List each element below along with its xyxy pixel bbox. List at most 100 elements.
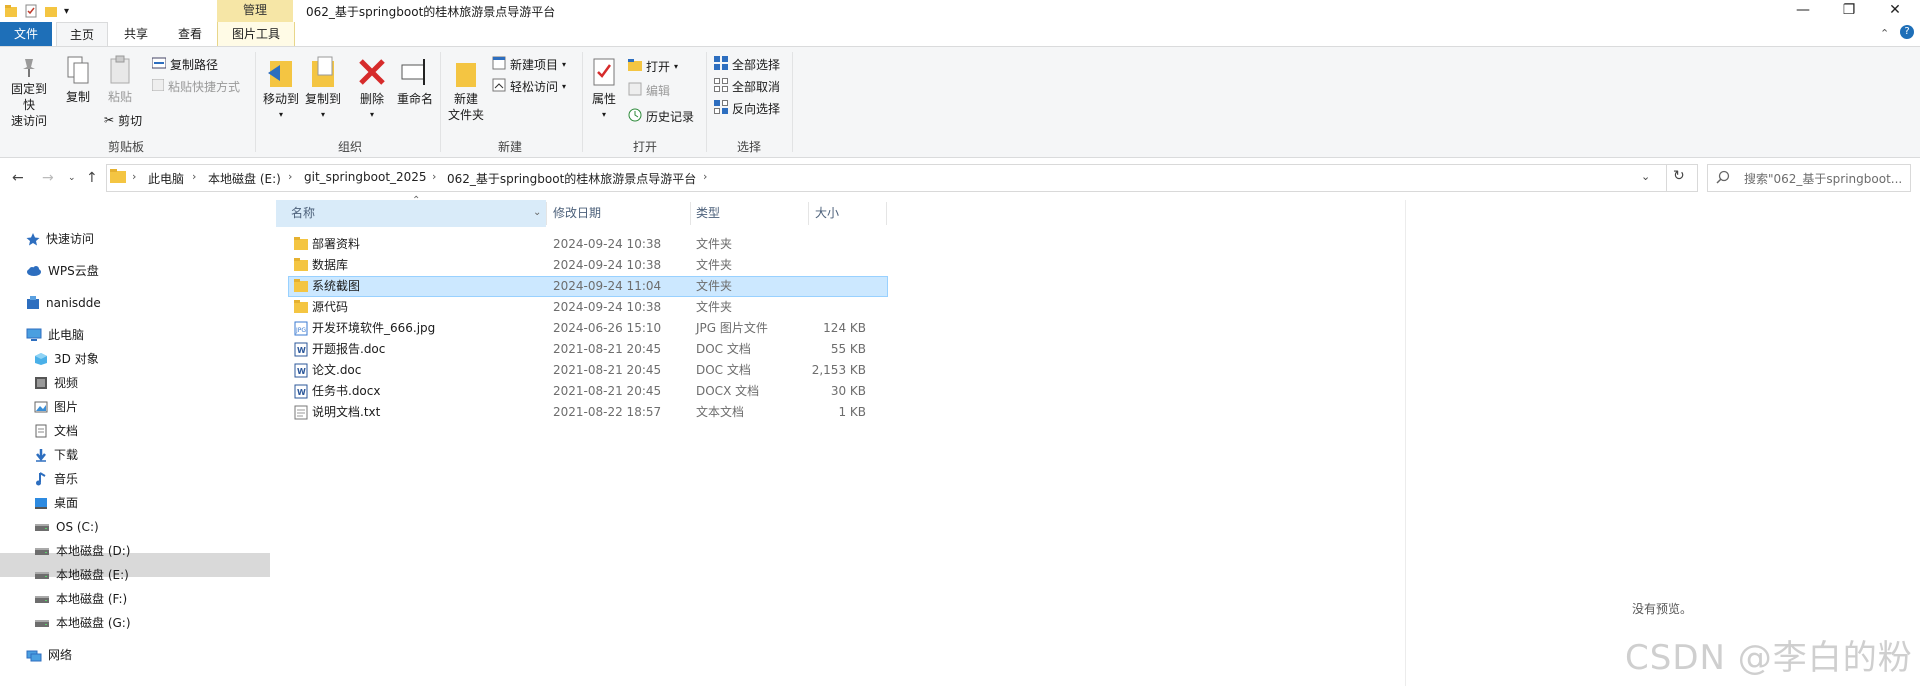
group-organize-label: 组织 [337,140,362,154]
column-header-type[interactable]: 类型 [696,200,720,227]
tab-picture-tools[interactable]: 图片工具 [217,22,295,46]
svg-text:JPG: JPG [295,327,306,334]
file-type: 文件夹 [696,258,733,272]
minimize-button[interactable]: — [1780,0,1826,22]
open-label: 打开 [646,59,671,74]
name-column-highlight [276,200,546,227]
sidebar-item[interactable]: 本地磁盘 (G:) [34,612,131,634]
sidebar-item[interactable]: 3D 对象 [34,348,99,370]
3d-objects-icon [34,352,48,366]
column-header-name[interactable]: 名称 [291,200,315,227]
collapse-ribbon-icon[interactable]: ⌃ [1880,27,1889,40]
file-row[interactable]: 数据库 2024-09-24 10:38 文件夹 [288,255,888,276]
file-type: DOCX 文档 [696,384,760,398]
edit-button[interactable]: 编辑 [628,80,670,100]
sidebar-item[interactable]: 网络 [26,644,72,666]
cut-button[interactable]: ✂ 剪切 [104,110,142,130]
properties-button[interactable]: 属性 ▾ [586,55,622,123]
sidebar-item[interactable]: 本地磁盘 (D:) [34,540,130,562]
new-folder-button[interactable]: 新建 文件夹 [446,55,486,123]
column-filter-dropdown-icon[interactable]: ⌄ [533,207,541,218]
sidebar-item[interactable]: 文档 [34,420,78,442]
customize-qat-icon[interactable]: ▾ [64,6,69,17]
sidebar-item[interactable]: 图片 [34,396,78,418]
file-row[interactable]: 说明文档.txt 2021-08-22 18:57 文本文档 1 KB [288,402,888,423]
file-row[interactable]: 源代码 2024-09-24 10:38 文件夹 [288,297,888,318]
breadcrumb-chevron-icon[interactable]: › [192,170,196,183]
select-all-button[interactable]: 全部选择 [714,54,780,74]
invert-selection-button[interactable]: 反向选择 [714,98,780,118]
breadcrumb-chevron-icon[interactable]: › [132,170,136,183]
move-to-button[interactable]: 移动到 ▾ [260,55,302,123]
pin-quick-access-button[interactable]: 固定到快 速访问 [6,55,52,129]
select-none-button[interactable]: 全部取消 [714,76,780,96]
sidebar-item[interactable]: OS (C:) [34,516,99,538]
close-button[interactable]: ✕ [1872,0,1918,22]
breadcrumb-current-folder[interactable]: 062_基于springboot的桂林旅游景点导游平台 [447,170,696,187]
sidebar-item[interactable]: nanisdde [26,292,101,314]
up-arrow-icon[interactable]: ↑ [86,170,98,186]
sidebar-item[interactable]: 此电脑 [26,324,84,346]
recent-locations-icon[interactable]: ⌄ [68,173,76,183]
column-separator[interactable] [886,202,887,225]
refresh-icon[interactable]: ↻ [1673,168,1685,184]
copy-to-button[interactable]: 复制到 ▾ [302,55,344,123]
sidebar-item[interactable]: 本地磁盘 (F:) [34,588,127,610]
folder-icon [294,300,308,315]
preview-pane-divider[interactable] [1405,200,1406,686]
properties-check-icon[interactable] [24,4,38,18]
maximize-button[interactable]: ❐ [1826,0,1872,22]
file-size: 30 KB [830,384,866,398]
tab-file[interactable]: 文件 [0,22,52,46]
breadcrumb-git-springboot[interactable]: git_springboot_2025 [304,170,427,184]
folder-icon[interactable] [4,4,18,18]
column-separator[interactable] [808,202,809,225]
tab-view[interactable]: 查看 [166,22,214,46]
rename-button[interactable]: 重命名 [394,55,436,107]
paste-button[interactable]: 粘贴 [104,55,136,105]
copy-label: 复制 [65,90,90,104]
open-button[interactable]: 打开 ▾ [628,56,678,76]
sidebar-item-label: 视频 [54,376,79,390]
copy-button[interactable]: 复制 [62,55,94,105]
tab-share[interactable]: 共享 [112,22,160,46]
new-folder-icon[interactable] [44,4,58,18]
address-dropdown-icon[interactable]: ⌄ [1641,170,1650,183]
column-separator[interactable] [690,202,691,225]
breadcrumb-chevron-icon[interactable]: › [432,170,436,183]
copy-path-button[interactable]: 复制路径 [151,54,218,74]
sidebar-item[interactable]: 本地磁盘 (E:) [34,564,129,586]
column-header-size[interactable]: 大小 [815,200,839,227]
sidebar-item[interactable]: 快速访问 [26,228,94,250]
file-type: 文本文档 [696,405,745,419]
new-item-button[interactable]: 新建项目 ▾ [492,54,566,74]
column-separator[interactable] [546,202,547,225]
sidebar-item[interactable]: 下载 [34,444,78,466]
back-arrow-icon[interactable]: ← [12,170,24,186]
paste-shortcut-button[interactable]: 粘贴快捷方式 [151,76,240,96]
breadcrumb-chevron-icon[interactable]: › [703,170,707,183]
sidebar-item[interactable]: 桌面 [34,492,78,514]
column-header-date[interactable]: 修改日期 [553,200,601,227]
context-tab-header-manage: 管理 [217,0,293,22]
help-icon[interactable]: ? [1900,25,1914,39]
breadcrumb-this-pc[interactable]: 此电脑 [148,170,184,187]
file-row[interactable]: JPG 开发环境软件_666.jpg 2024-06-26 15:10 JPG 图片文… [288,318,888,339]
file-row[interactable]: W 开题报告.doc 2021-08-21 20:45 DOC 文档 55 KB [288,339,888,360]
word-document-icon: W [294,384,308,399]
file-row[interactable]: W 论文.doc 2021-08-21 20:45 DOC 文档 2,153 KB [288,360,888,381]
sidebar-item[interactable]: 视频 [34,372,78,394]
delete-button[interactable]: 删除 ▾ [354,55,390,123]
breadcrumb-chevron-icon[interactable]: › [288,170,292,183]
tab-home[interactable]: 主页 [56,22,108,47]
breadcrumb-drive-e[interactable]: 本地磁盘 (E:) [208,170,281,187]
file-type: JPG 图片文件 [696,321,768,335]
file-row[interactable]: W 任务书.docx 2021-08-21 20:45 DOCX 文档 30 KB [288,381,888,402]
sidebar-item[interactable]: 音乐 [34,468,78,490]
sidebar-item[interactable]: WPS云盘 [26,260,99,282]
easy-access-button[interactable]: 轻松访问 ▾ [492,76,566,96]
file-row[interactable]: 部署资料 2024-09-24 10:38 文件夹 [288,234,888,255]
forward-arrow-icon[interactable]: → [42,170,54,186]
history-button[interactable]: 历史记录 [628,106,694,126]
file-row[interactable]: 系统截图 2024-09-24 11:04 文件夹 [288,276,888,297]
